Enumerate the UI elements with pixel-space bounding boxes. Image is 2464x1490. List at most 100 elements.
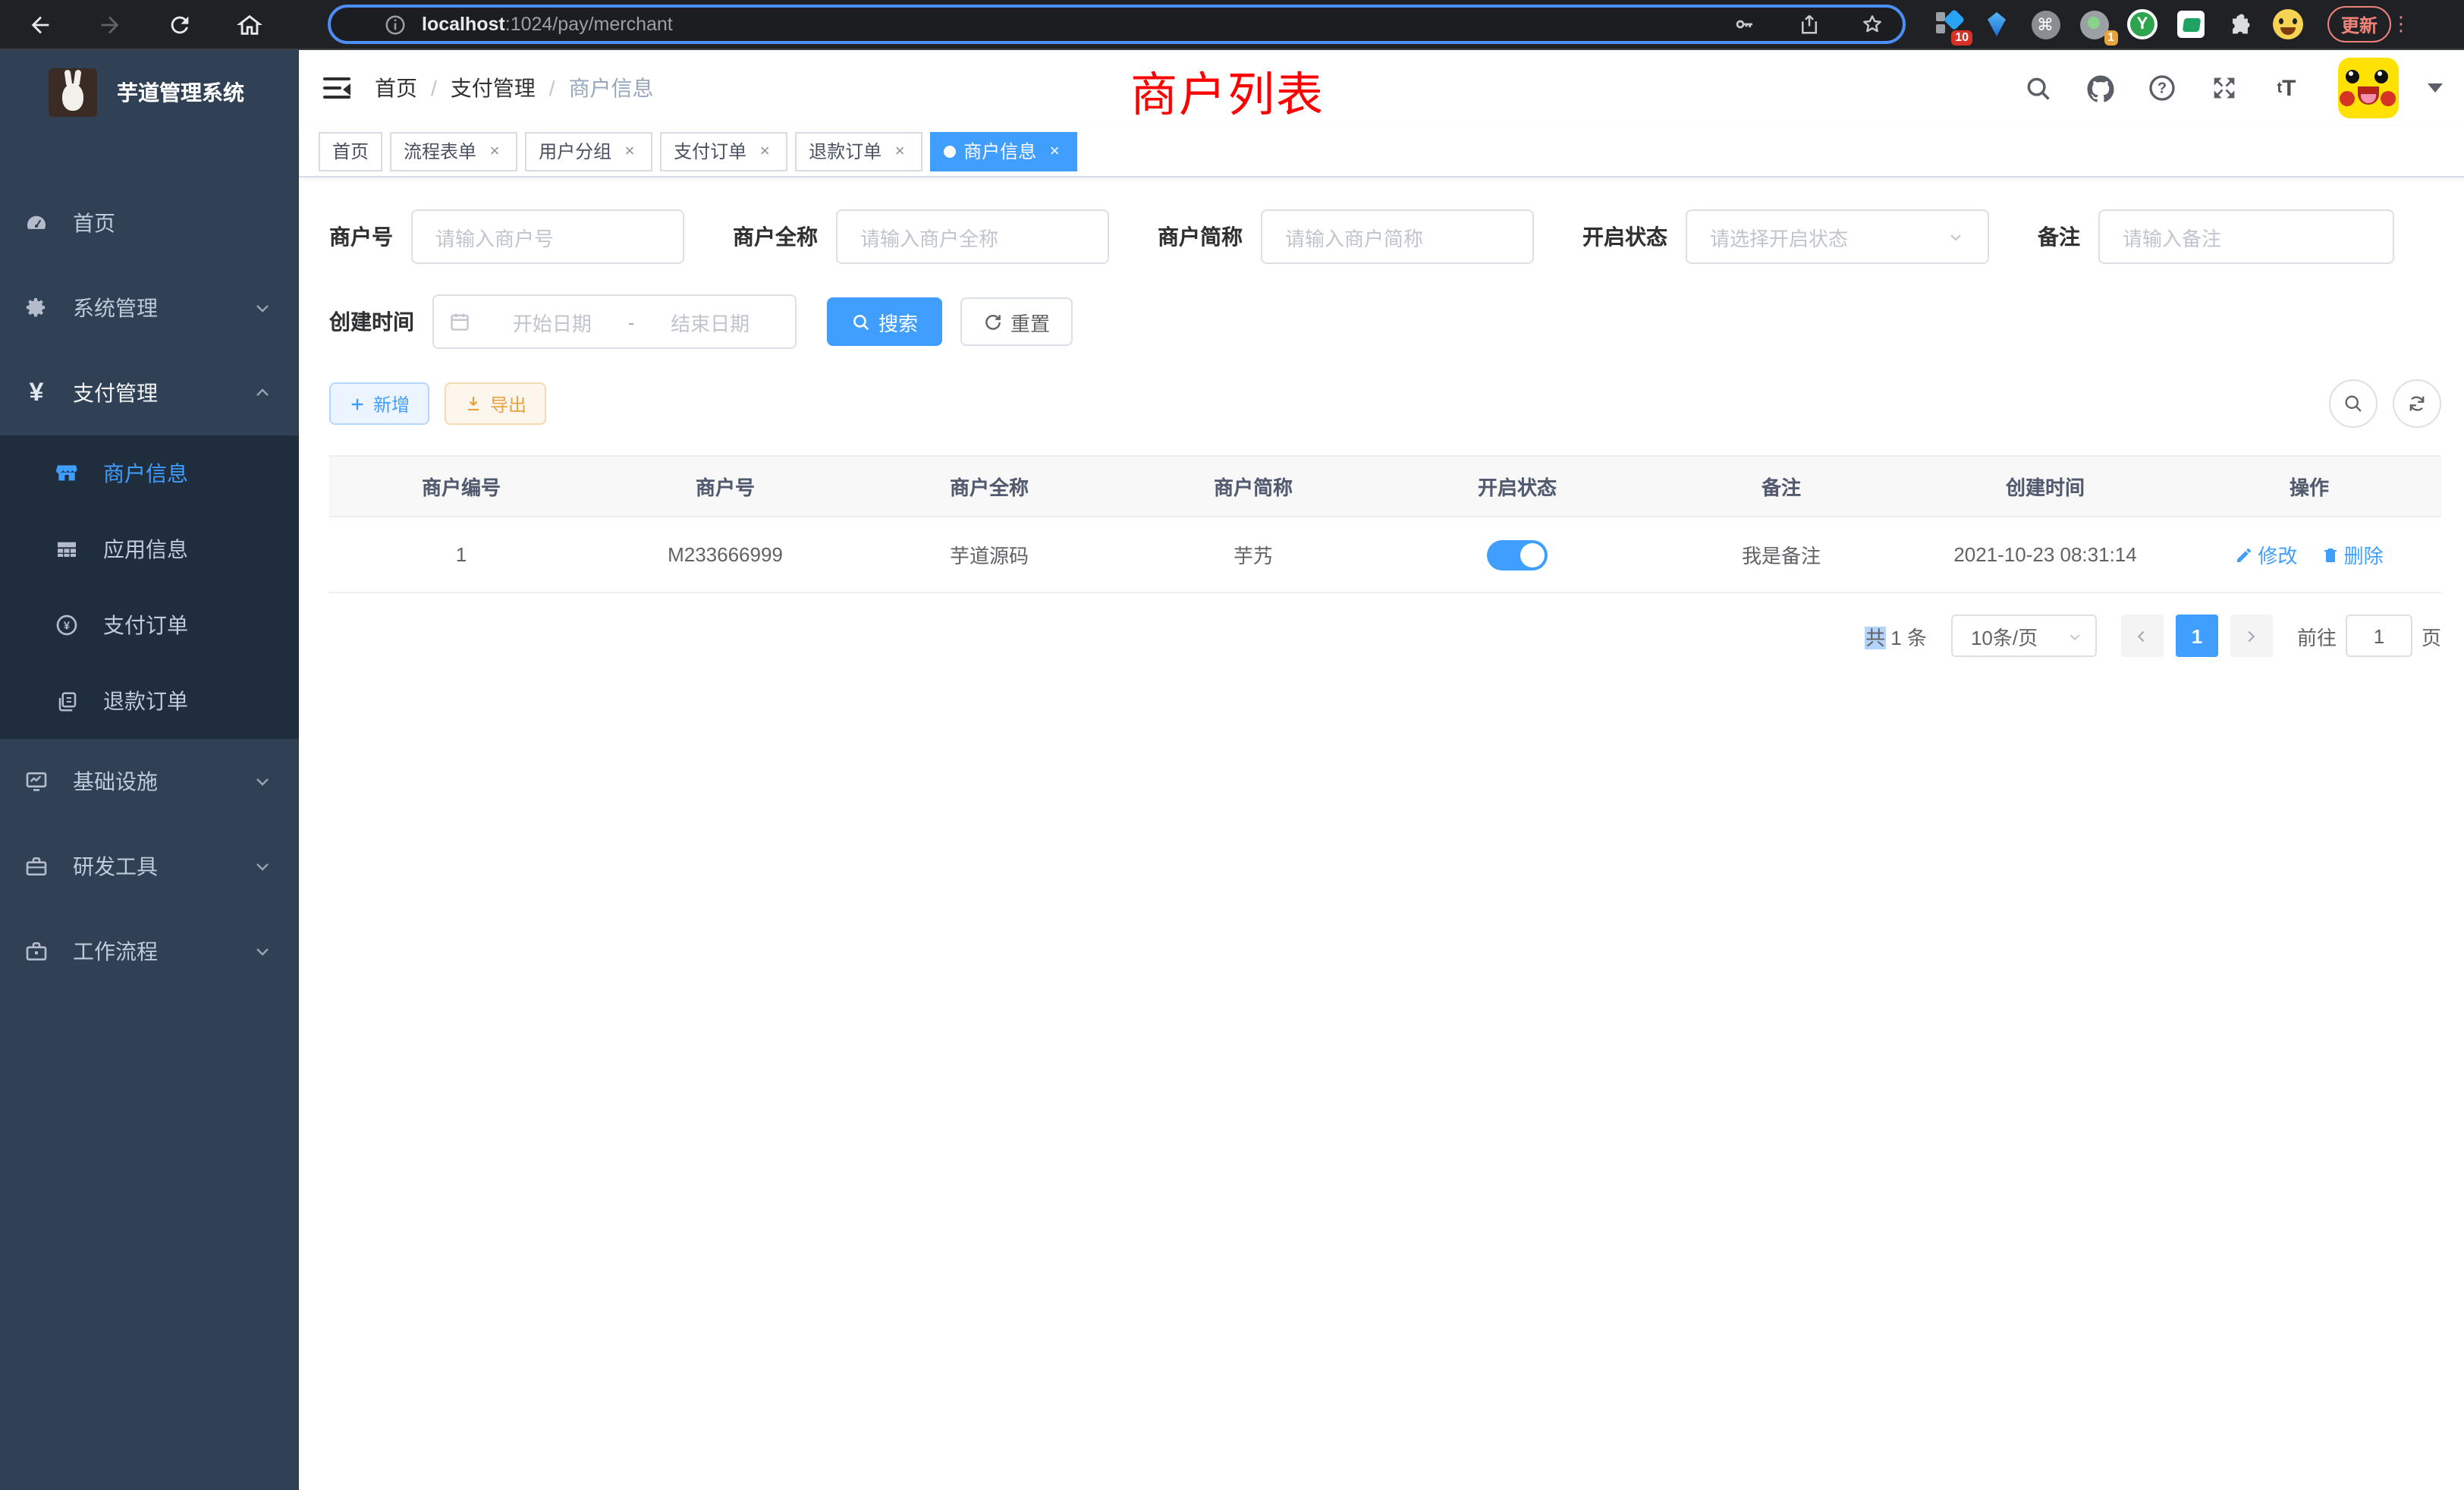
refresh-button[interactable] (2393, 379, 2441, 428)
sidebar-logo[interactable]: 芋道管理系统 (0, 50, 299, 135)
extension-vue-icon[interactable]: Y (2127, 9, 2158, 39)
extensions-puzzle-icon[interactable] (2224, 9, 2255, 39)
extension-blocks-icon[interactable]: 10 (1933, 9, 1963, 39)
extension-chat-icon[interactable] (2176, 9, 2206, 39)
select-arrow-icon (2066, 627, 2083, 644)
monitor-chart-icon (24, 769, 49, 794)
sidebar-item-workflow[interactable]: 工作流程 (0, 909, 299, 994)
pagination: 共 1 条 10条/页 1 前往 (329, 615, 2441, 657)
password-key-icon[interactable] (1730, 9, 1760, 39)
close-icon[interactable]: × (621, 142, 639, 160)
export-button[interactable]: 导出 (445, 382, 546, 425)
toolbox-icon (24, 854, 49, 879)
merchant-no-input[interactable]: 请输入商户号 (411, 209, 684, 264)
calendar-icon (449, 311, 470, 332)
font-size-icon[interactable]: tT (2270, 71, 2303, 105)
extension-recorder-icon[interactable]: 1 (2079, 9, 2109, 39)
tab-process-form[interactable]: 流程表单× (390, 131, 517, 171)
next-page-button[interactable] (2230, 615, 2273, 657)
sidebar-item-home[interactable]: 首页 (0, 181, 299, 266)
col-merchant-id: 商户编号 (329, 472, 593, 501)
app-title: 芋道管理系统 (117, 77, 244, 108)
add-button[interactable]: 新增 (329, 382, 429, 425)
sidebar-item-dev-tools[interactable]: 研发工具 (0, 824, 299, 909)
yen-icon: ¥ (24, 381, 49, 405)
full-name-input[interactable]: 请输入商户全称 (836, 209, 1109, 264)
sidebar: 芋道管理系统 首页 系统管理 (0, 50, 299, 1490)
documents-icon (55, 689, 79, 713)
chevron-down-icon (253, 857, 272, 875)
page-unit-label: 页 (2422, 621, 2441, 650)
remark-input[interactable]: 请输入备注 (2098, 209, 2394, 264)
breadcrumb-section[interactable]: 支付管理 (451, 73, 536, 103)
browser-extensions: 10 ⌘ 1 Y (1933, 9, 2303, 39)
breadcrumb-home[interactable]: 首页 (375, 73, 417, 103)
share-icon[interactable] (1793, 9, 1824, 39)
delete-link[interactable]: 删除 (2321, 540, 2384, 569)
sidebar-item-refund-order[interactable]: 退款订单 (0, 663, 299, 739)
close-icon[interactable]: × (891, 142, 909, 160)
back-icon[interactable] (24, 9, 55, 39)
address-bar[interactable]: localhost:1024/pay/merchant (328, 5, 1906, 44)
avatar-caret-down-icon[interactable] (2428, 83, 2443, 93)
status-toggle[interactable] (1487, 539, 1548, 570)
sidebar-item-pay-order[interactable]: ¥ 支付订单 (0, 587, 299, 663)
browser-menu-kebab-icon[interactable]: ⋮ (2391, 12, 2411, 36)
sidebar-item-infra[interactable]: 基础设施 (0, 739, 299, 824)
merchant-no-label: 商户号 (329, 222, 411, 252)
sidebar-item-app-info[interactable]: 应用信息 (0, 511, 299, 587)
browser-profile-avatar[interactable] (2273, 9, 2303, 39)
url-path: :1024/pay/merchant (505, 14, 673, 35)
create-time-range-picker[interactable]: 开始日期 - 结束日期 (432, 294, 797, 349)
goto-page-input[interactable]: 1 (2346, 615, 2412, 657)
hide-search-button[interactable] (2329, 379, 2378, 428)
cell-remark: 我是备注 (1649, 540, 1913, 569)
tab-refund-order[interactable]: 退款订单× (795, 131, 922, 171)
tab-home[interactable]: 首页 (319, 131, 382, 171)
goto-label: 前往 (2297, 621, 2337, 650)
page-content: 商户号 请输入商户号 商户全称 请输入商户全称 商户简称 请输入商户简称 开启状… (299, 178, 2464, 1490)
github-icon[interactable] (2083, 71, 2117, 105)
close-icon[interactable]: × (486, 142, 504, 160)
page-1-button[interactable]: 1 (2176, 615, 2218, 657)
fullscreen-icon[interactable] (2208, 71, 2241, 105)
sidebar-item-pay[interactable]: ¥ 支付管理 (0, 350, 299, 435)
chevron-down-icon (253, 942, 272, 960)
page-size-select[interactable]: 10条/页 (1951, 615, 2097, 657)
reload-icon[interactable] (164, 9, 194, 39)
cell-short-name: 芋艿 (1121, 540, 1385, 569)
end-date-placeholder: 结束日期 (640, 307, 780, 336)
extension-command-icon[interactable]: ⌘ (2030, 9, 2060, 39)
close-icon[interactable]: × (1045, 142, 1064, 160)
close-icon[interactable]: × (756, 142, 774, 160)
sidebar-item-label: 基础设施 (73, 766, 158, 797)
tab-pay-order[interactable]: 支付订单× (660, 131, 787, 171)
sidebar-fold-icon[interactable] (323, 76, 350, 100)
help-icon[interactable]: ? (2145, 71, 2179, 105)
extension-gem-icon[interactable] (1982, 9, 2012, 39)
chevron-up-icon (253, 384, 272, 402)
status-label: 开启状态 (1582, 222, 1686, 252)
reset-button[interactable]: 重置 (960, 297, 1073, 346)
tab-merchant-info[interactable]: 商户信息× (930, 131, 1077, 171)
header-search-icon[interactable] (2021, 71, 2054, 105)
tab-user-group[interactable]: 用户分组× (525, 131, 652, 171)
edit-link[interactable]: 修改 (2235, 540, 2297, 569)
sidebar-item-merchant-info[interactable]: 商户信息 (0, 435, 299, 511)
forward-icon[interactable] (94, 9, 124, 39)
svg-text:¥: ¥ (64, 620, 71, 632)
filter-row-2: 创建时间 开始日期 - 结束日期 搜索 (329, 294, 2441, 349)
site-info-icon[interactable] (379, 9, 410, 39)
search-button[interactable]: 搜索 (827, 297, 942, 346)
col-status: 开启状态 (1385, 472, 1649, 501)
sidebar-item-system[interactable]: 系统管理 (0, 266, 299, 350)
bookmark-star-icon[interactable] (1857, 9, 1887, 39)
home-icon[interactable] (234, 9, 264, 39)
user-avatar[interactable] (2338, 58, 2399, 118)
merchant-table: 商户编号 商户号 商户全称 商户简称 开启状态 备注 创建时间 操作 1 M23… (329, 455, 2441, 593)
col-full-name: 商户全称 (857, 472, 1121, 501)
browser-update-button[interactable]: 更新 (2327, 6, 2391, 42)
short-name-input[interactable]: 请输入商户简称 (1261, 209, 1534, 264)
status-select[interactable]: 请选择开启状态 (1686, 209, 1989, 264)
prev-page-button[interactable] (2121, 615, 2164, 657)
